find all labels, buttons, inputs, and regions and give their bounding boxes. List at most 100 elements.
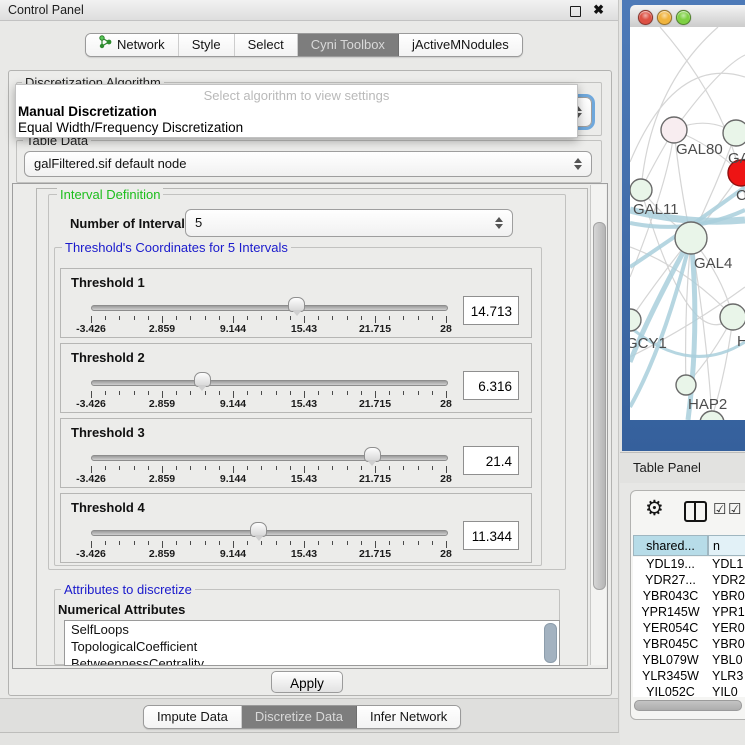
network-node-h[interactable]	[720, 304, 745, 330]
table-row[interactable]: YBR045C YBR0	[633, 637, 745, 653]
slider-tick	[247, 316, 248, 320]
network-node-gal80[interactable]	[661, 117, 687, 143]
slider-tick	[418, 466, 419, 470]
slider-tick	[347, 316, 348, 320]
cell-shared-name[interactable]: YPR145W	[633, 605, 708, 619]
cell-shared-name[interactable]: YBR045C	[633, 637, 708, 651]
table-row[interactable]: YIL052C YIL0	[633, 685, 745, 697]
table-row[interactable]: YBL079W YBL0	[633, 653, 745, 669]
float-window-icon[interactable]	[570, 6, 581, 17]
cell-name[interactable]: YER0	[712, 621, 745, 635]
cell-name[interactable]: YBL0	[712, 653, 743, 667]
dropdown-option-manual-discretization[interactable]: Manual Discretization	[16, 104, 577, 120]
close-icon[interactable]: ✖	[593, 2, 604, 18]
cell-shared-name[interactable]: YDR27...	[633, 573, 708, 587]
column-header-name[interactable]: n	[708, 535, 745, 556]
threshold-slider-track[interactable]	[91, 455, 448, 461]
threshold-slider-thumb[interactable]	[288, 297, 305, 312]
gear-icon[interactable]: ⚙	[645, 497, 664, 521]
zoom-traffic-light-icon[interactable]	[676, 10, 691, 25]
threshold-slider-track[interactable]	[91, 305, 448, 311]
network-node-ga[interactable]	[723, 120, 745, 146]
table-row[interactable]: YDR27... YDR2	[633, 573, 745, 589]
slider-tick	[276, 316, 277, 320]
table-row[interactable]: YPR145W YPR1	[633, 605, 745, 621]
threshold-value-field[interactable]: 21.4	[463, 446, 519, 475]
network-node-gcy1[interactable]	[630, 309, 641, 331]
desktop: Control Panel ✖ NetworkStyle Select Cyni T…	[0, 0, 745, 745]
slider-tick	[233, 541, 234, 548]
control-panel-window: Control Panel ✖ NetworkStyle Select Cyni T…	[0, 0, 619, 733]
network-node-hap2[interactable]	[676, 375, 696, 395]
tab-impute-data[interactable]: Impute Data	[144, 706, 242, 728]
apply-button[interactable]: Apply	[271, 671, 343, 693]
cell-name[interactable]: YIL0	[712, 685, 738, 697]
cell-name[interactable]: YBR0	[712, 589, 745, 603]
cell-shared-name[interactable]: YBR043C	[633, 589, 708, 603]
slider-tick	[446, 541, 447, 548]
control-panel-titlebar: Control Panel ✖	[0, 0, 618, 21]
cell-shared-name[interactable]: YER054C	[633, 621, 708, 635]
tab-cyni-toolbox[interactable]: Cyni Toolbox	[298, 34, 399, 56]
slider-tick	[432, 391, 433, 395]
slider-tick-label: 28	[440, 548, 452, 560]
slider-tick	[261, 316, 262, 320]
settings-scrollbar-track[interactable]	[590, 185, 606, 665]
threshold-value-field[interactable]: 11.344	[463, 521, 519, 550]
node-label-ga: GA	[728, 150, 745, 167]
checkbox-checked-icon[interactable]: ☑	[728, 500, 741, 518]
cell-name[interactable]: YDR2	[712, 573, 745, 587]
split-columns-icon[interactable]	[684, 501, 707, 522]
table-hscrollbar-thumb[interactable]	[634, 700, 742, 711]
cell-shared-name[interactable]: YBL079W	[633, 653, 708, 667]
network-canvas[interactable]: GAL80GACGAL11GAL4GCY1HHAP2	[630, 27, 745, 420]
tab-label: Select	[248, 34, 284, 56]
number-of-intervals-combobox[interactable]: 5	[185, 209, 513, 237]
tab-discretize-data[interactable]: Discretize Data	[242, 706, 357, 728]
cell-name[interactable]: YBR0	[712, 637, 745, 651]
threshold-slider-thumb[interactable]	[364, 447, 381, 462]
threshold-value-field[interactable]: 6.316	[463, 371, 519, 400]
attribute-list-item[interactable]: SelfLoops	[65, 621, 559, 638]
slider-tick	[432, 466, 433, 470]
table-data-combobox[interactable]: galFiltered.sif default node	[24, 151, 592, 177]
cell-shared-name[interactable]: YLR345W	[633, 669, 708, 683]
thresholds-group-title: Threshold's Coordinates for 5 Intervals	[62, 240, 291, 255]
attribute-list-item[interactable]: BetweennessCentrality	[65, 655, 559, 666]
threshold-slider-thumb[interactable]	[194, 372, 211, 387]
network-node-gal4[interactable]	[675, 222, 707, 254]
slider-tick	[91, 391, 92, 398]
threshold-slider-thumb[interactable]	[250, 522, 267, 537]
dropdown-option-equal-width[interactable]: Equal Width/Frequency Discretization	[16, 120, 577, 136]
checkbox-checked-icon[interactable]: ☑	[713, 500, 726, 518]
slider-tick-label: 2.859	[149, 473, 175, 485]
tab-select[interactable]: Select	[235, 34, 298, 56]
tab-label: Cyni Toolbox	[311, 34, 385, 56]
table-row[interactable]: YBR043C YBR0	[633, 589, 745, 605]
close-traffic-light-icon[interactable]	[638, 10, 653, 25]
table-row[interactable]: YLR345W YLR3	[633, 669, 745, 685]
threshold-slider-track[interactable]	[91, 530, 448, 536]
table-row[interactable]: YDL19... YDL1	[633, 557, 745, 573]
tab-infer-network[interactable]: Infer Network	[357, 706, 460, 728]
column-header-shared-name[interactable]: shared...	[633, 535, 708, 556]
cell-name[interactable]: YDL1	[712, 557, 743, 571]
cell-shared-name[interactable]: YDL19...	[633, 557, 708, 571]
attribute-list-item[interactable]: TopologicalCoefficient	[65, 638, 559, 655]
cell-shared-name[interactable]: YIL052C	[633, 685, 708, 697]
tab-network[interactable]: Network	[86, 34, 179, 56]
minimize-traffic-light-icon[interactable]	[657, 10, 672, 25]
settings-scrollbar-thumb[interactable]	[593, 222, 606, 590]
tab-jactivemnodules[interactable]: jActiveMNodules	[399, 34, 522, 56]
slider-tick	[375, 316, 376, 323]
network-node-gal11[interactable]	[630, 179, 652, 201]
cell-name[interactable]: YLR3	[712, 669, 743, 683]
tab-style[interactable]: Style	[179, 34, 235, 56]
cell-name[interactable]: YPR1	[712, 605, 745, 619]
node-table-card: ⚙ ☑ ☑ shared... n YDL19...YDL1YDR27...YD…	[630, 490, 745, 720]
threshold-value-field[interactable]: 14.713	[463, 296, 519, 325]
attributes-scrollbar-thumb[interactable]	[544, 623, 557, 663]
threshold-panel-4: Threshold 4-3.4262.8599.14415.4321.71528…	[60, 493, 532, 563]
threshold-slider-track[interactable]	[91, 380, 448, 386]
table-row[interactable]: YER054C YER0	[633, 621, 745, 637]
